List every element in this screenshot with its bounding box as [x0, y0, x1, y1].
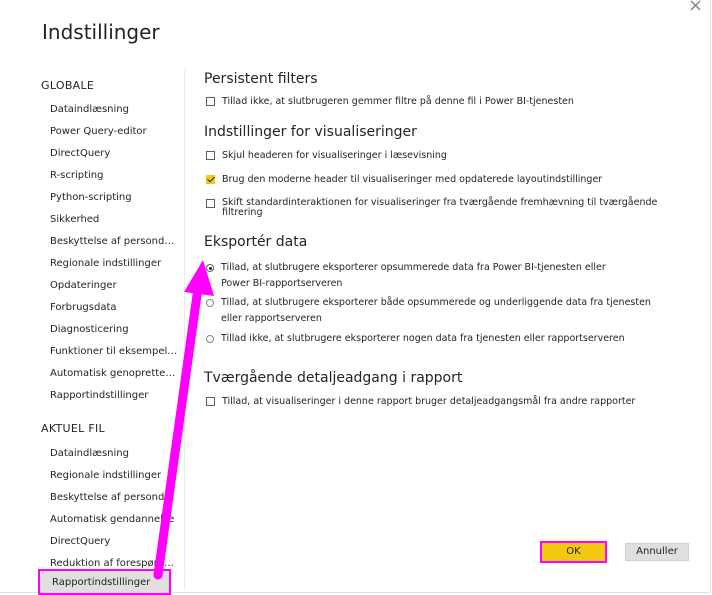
persistent-filters-checkbox[interactable] — [206, 97, 215, 106]
sidebar-divider — [184, 70, 185, 590]
sidebar-item-global-directquery[interactable]: DirectQuery — [50, 147, 178, 161]
option-export-underlying: Tillad, at slutbrugere eksporterer både … — [206, 295, 661, 327]
section-title-drillthrough: Tværgående detaljeadgang i rapport — [204, 370, 463, 386]
sidebar-item-power-query-editor[interactable]: Power Query-editor — [50, 125, 178, 139]
option-modern-header: Brug den moderne header til visualiserin… — [206, 174, 696, 186]
sidebar-heading-current-file: AKTUEL FIL — [41, 422, 105, 435]
sidebar-item-current-regional[interactable]: Regionale indstillinger — [50, 469, 178, 483]
sidebar-item-global-regional[interactable]: Regionale indstillinger — [50, 257, 178, 271]
sidebar-item-preview-features[interactable]: Funktioner til eksempelvisning — [50, 345, 178, 359]
sidebar-item-current-dataindlaesning[interactable]: Dataindlæsning — [50, 447, 178, 461]
sidebar-item-global-report-settings[interactable]: Rapportindstillinger — [50, 389, 178, 403]
sidebar-item-auto-restore[interactable]: Automatisk gendannelse — [50, 513, 178, 527]
sidebar-item-global-dataindlaesning[interactable]: Dataindlæsning — [50, 103, 178, 117]
section-title-persistent-filters: Persistent filters — [204, 71, 318, 87]
cancel-button[interactable]: Annuller — [625, 543, 689, 561]
sidebar-item-current-directquery[interactable]: DirectQuery — [50, 535, 178, 549]
option-hide-header: Skjul headeren for visualiseringer i læs… — [206, 150, 696, 162]
option-export-none: Tillad ikke, at slutbrugere eksporterer … — [206, 331, 636, 347]
option-label: Tillad, at visualiseringer i denne rappo… — [222, 396, 636, 407]
modern-header-checkbox[interactable] — [206, 175, 215, 184]
close-icon[interactable]: × — [688, 0, 703, 16]
option-label: Tillad, at slutbrugere eksporterer opsum… — [221, 262, 606, 289]
option-persistent-filters: Tillad ikke, at slutbrugeren gemmer filt… — [206, 96, 696, 108]
option-drillthrough: Tillad, at visualiseringer i denne rappo… — [206, 396, 706, 408]
section-title-visual-settings: Indstillinger for visualiseringer — [204, 124, 417, 140]
sidebar-item-current-privacy[interactable]: Beskyttelse af persondata — [50, 491, 178, 505]
option-cross-filtering: Skift standardinteraktionen for visualis… — [206, 198, 676, 218]
settings-dialog: × Indstillinger GLOBALE Dataindlæsning P… — [0, 0, 711, 595]
sidebar-heading-global: GLOBALE — [41, 79, 95, 92]
sidebar-item-auto-recovery[interactable]: Automatisk genoprettelse — [50, 367, 178, 381]
option-label: Skjul headeren for visualiseringer i læs… — [222, 150, 447, 161]
export-none-radio[interactable] — [206, 335, 214, 343]
sidebar-item-global-privacy[interactable]: Beskyttelse af persondata — [50, 235, 178, 249]
drillthrough-checkbox[interactable] — [206, 397, 215, 406]
option-label: Tillad ikke, at slutbrugere eksporterer … — [221, 333, 625, 344]
sidebar-item-opdateringer[interactable]: Opdateringer — [50, 279, 178, 293]
hide-header-checkbox[interactable] — [206, 151, 215, 160]
export-underlying-radio[interactable] — [206, 299, 214, 307]
sidebar-item-python-scripting[interactable]: Python-scripting — [50, 191, 178, 205]
section-title-export-data: Eksportér data — [204, 234, 308, 250]
option-label: Skift standardinteraktionen for visualis… — [222, 197, 658, 218]
sidebar-item-r-scripting[interactable]: R-scripting — [50, 169, 178, 183]
ok-button[interactable]: OK — [540, 541, 607, 563]
option-label: Tillad, at slutbrugere eksporterer både … — [221, 297, 651, 324]
option-export-summarized: Tillad, at slutbrugere eksporterer opsum… — [206, 260, 606, 292]
sidebar-item-forbrugsdata[interactable]: Forbrugsdata — [50, 301, 178, 315]
sidebar-item-diagnosticering[interactable]: Diagnosticering — [50, 323, 178, 337]
option-label: Brug den moderne header til visualiserin… — [222, 174, 603, 185]
cross-filtering-checkbox[interactable] — [206, 199, 215, 208]
sidebar-item-current-report-settings[interactable]: Rapportindstillinger — [38, 569, 171, 595]
option-label: Tillad ikke, at slutbrugeren gemmer filt… — [222, 96, 574, 107]
sidebar-item-sikkerhed[interactable]: Sikkerhed — [50, 213, 178, 227]
export-summarized-radio[interactable] — [206, 264, 214, 272]
dialog-title: Indstillinger — [42, 20, 160, 44]
